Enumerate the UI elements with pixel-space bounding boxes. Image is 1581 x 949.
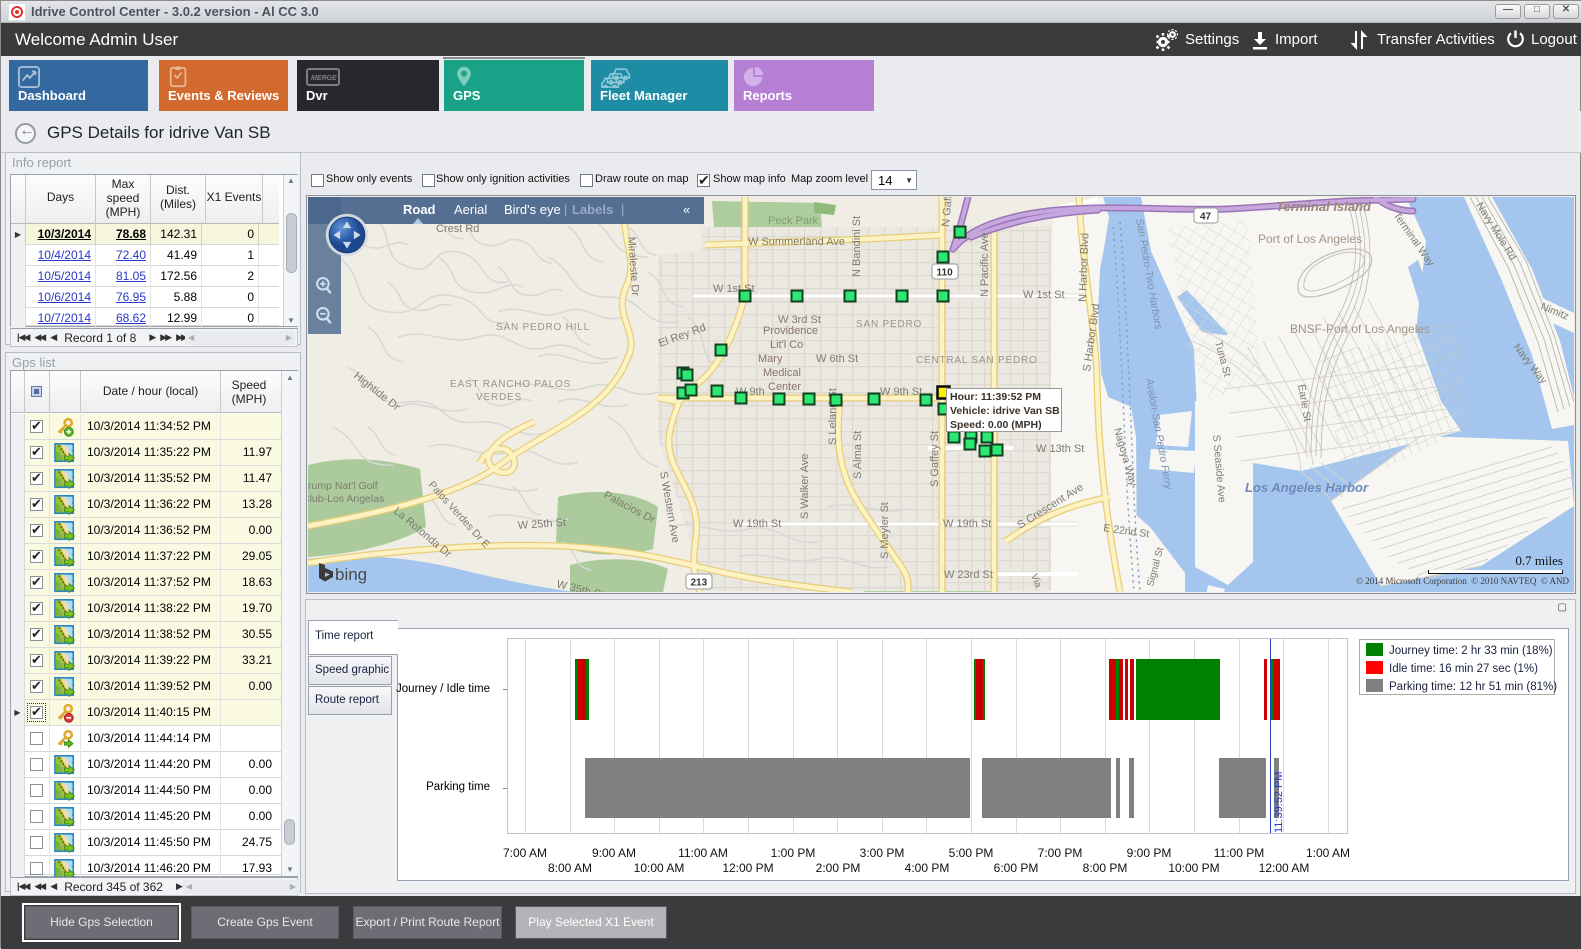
svg-text:Club-Los Angelas: Club-Los Angelas xyxy=(308,493,384,505)
svg-text:MERGE: MERGE xyxy=(311,75,337,82)
svg-text:SAN PEDRO: SAN PEDRO xyxy=(856,319,922,330)
svg-text:47: 47 xyxy=(1200,212,1212,223)
svg-text:EAST RANCHO PALOS: EAST RANCHO PALOS xyxy=(450,379,571,390)
svg-text:N Pacific Ave: N Pacific Ave xyxy=(979,232,991,297)
svg-text:SAN PEDRO HILL: SAN PEDRO HILL xyxy=(496,322,590,333)
svg-text:Providence: Providence xyxy=(763,325,818,337)
svg-text:Peck Park: Peck Park xyxy=(768,215,819,227)
svg-text:Mary: Mary xyxy=(758,353,783,365)
svg-text:W 9th St: W 9th St xyxy=(880,386,922,398)
svg-text:W 6th St: W 6th St xyxy=(816,353,858,365)
svg-text:110: 110 xyxy=(937,268,954,279)
svg-text:VERDES: VERDES xyxy=(476,392,522,403)
svg-text:W 19th St: W 19th St xyxy=(943,518,991,530)
svg-text:N Bandini St: N Bandini St xyxy=(851,216,863,277)
svg-text:Port of Los Angeles: Port of Los Angeles xyxy=(1258,232,1362,246)
svg-text:W 1st St: W 1st St xyxy=(1023,289,1065,301)
svg-text:S Alma St: S Alma St xyxy=(852,431,864,479)
svg-text:Center: Center xyxy=(768,381,801,393)
svg-text:BNSF-Port of Los Angeles: BNSF-Port of Los Angeles xyxy=(1290,322,1430,336)
svg-text:Los Angeles Harbor: Los Angeles Harbor xyxy=(1245,480,1369,495)
svg-text:Crest Rd: Crest Rd xyxy=(436,223,479,235)
svg-text:W 13th St: W 13th St xyxy=(1036,443,1084,455)
svg-text:Trump Nat'l Golf: Trump Nat'l Golf xyxy=(308,480,378,492)
svg-text:W 19th St: W 19th St xyxy=(733,518,781,530)
svg-text:S Walker Ave: S Walker Ave xyxy=(799,454,811,519)
svg-text:213: 213 xyxy=(691,578,708,589)
svg-text:Medical: Medical xyxy=(763,367,801,379)
svg-text:N Harbor Blvd: N Harbor Blvd xyxy=(1077,233,1091,302)
svg-text:CENTRAL SAN PEDRO: CENTRAL SAN PEDRO xyxy=(916,355,1038,366)
svg-text:Terminal Island: Terminal Island xyxy=(1276,199,1372,214)
svg-text:S Meyler St: S Meyler St xyxy=(879,502,891,559)
svg-text:S Gaffey St: S Gaffey St xyxy=(929,431,941,487)
svg-text:W 23rd St: W 23rd St xyxy=(944,569,993,581)
svg-text:Lit'l Co: Lit'l Co xyxy=(770,339,803,351)
svg-text:W Summerland Ave: W Summerland Ave xyxy=(748,236,845,248)
svg-text:bing: bing xyxy=(335,565,367,584)
